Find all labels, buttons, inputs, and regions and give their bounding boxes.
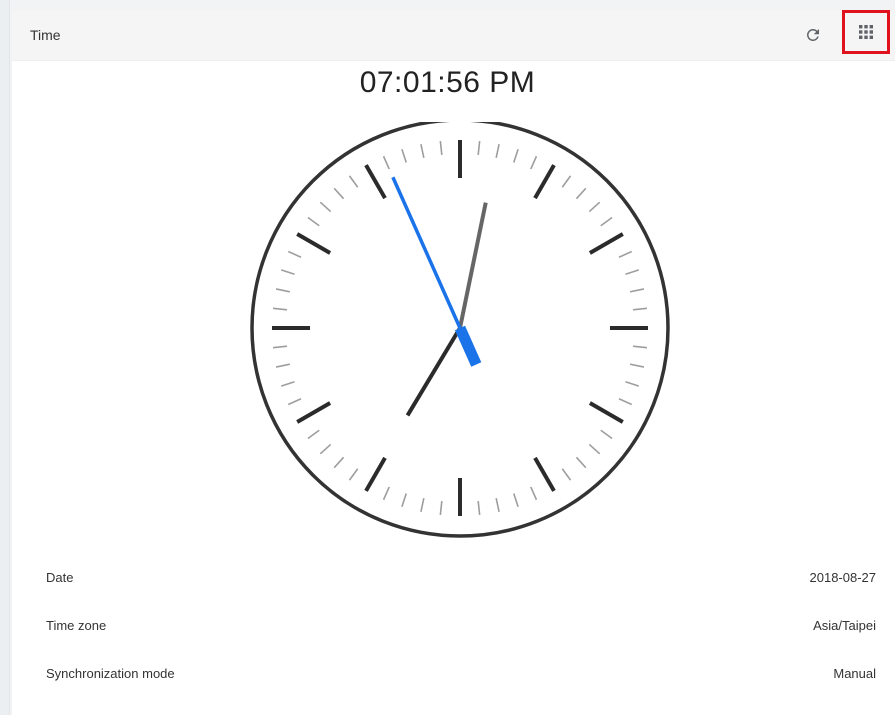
refresh-button[interactable] [800, 22, 826, 48]
digital-time: 07:01:56 PM [359, 66, 536, 99]
apps-grid-icon [859, 25, 873, 39]
sync-mode-label: Synchronization mode [46, 666, 175, 681]
page: Time 07:01:56 PM Date 2018-08-27 Time zo… [0, 0, 895, 715]
info-row-date: Date 2018-08-27 [46, 570, 876, 590]
date-label: Date [46, 570, 74, 585]
timezone-label: Time zone [46, 618, 107, 633]
date-value: 2018-08-27 [809, 570, 877, 585]
left-rail [0, 0, 10, 715]
info-row-timezone: Time zone Asia/Taipei [46, 618, 876, 638]
timezone-value: Asia/Taipei [813, 618, 876, 633]
refresh-icon [806, 28, 819, 41]
sync-mode-value: Manual [833, 666, 876, 681]
card-title: Time [30, 27, 61, 43]
clock-face [250, 118, 670, 538]
info-row-sync-mode: Synchronization mode Manual [46, 666, 876, 686]
card-header: Time [12, 10, 895, 61]
analog-clock [250, 118, 670, 542]
apps-button[interactable] [842, 10, 890, 54]
